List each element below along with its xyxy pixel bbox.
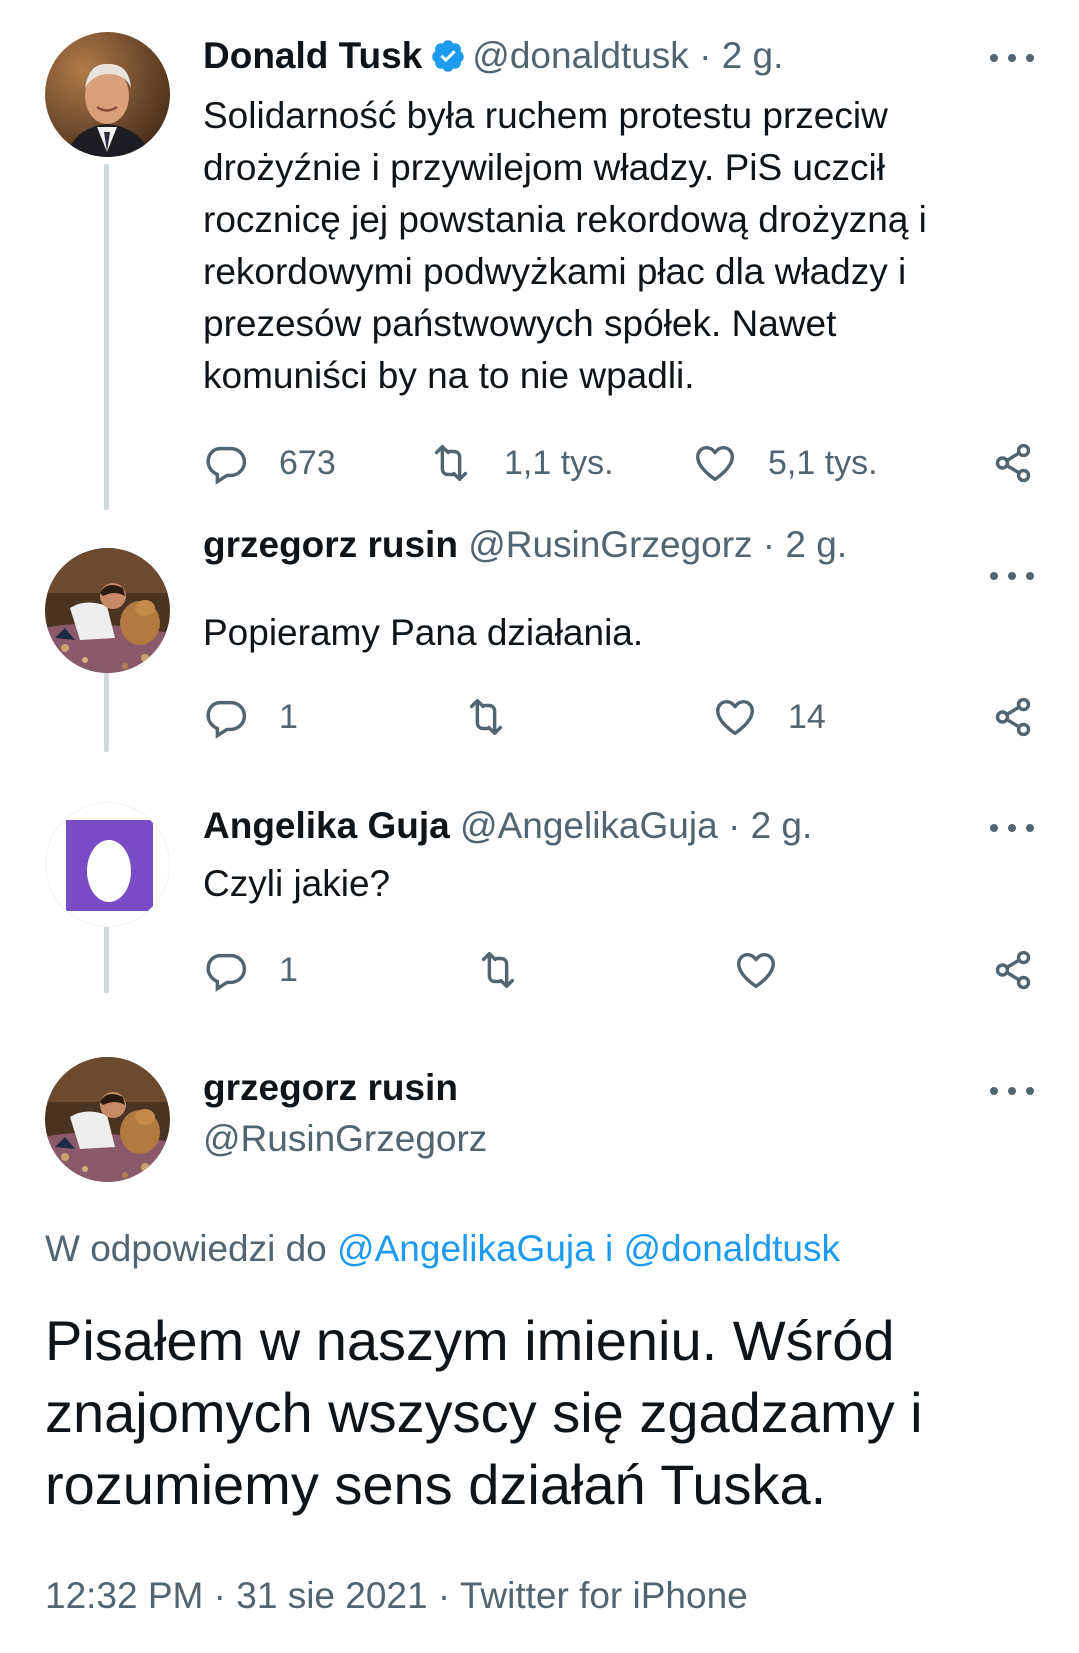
verified-badge-icon: [430, 38, 466, 84]
mention-donaldtusk[interactable]: @donaldtusk: [623, 1228, 840, 1269]
tweet-time[interactable]: 2 g.: [722, 35, 784, 76]
more-icon[interactable]: [990, 50, 1034, 66]
thread-line: [104, 164, 109, 510]
separator: ·: [762, 524, 776, 565]
reply-count: 1: [279, 950, 298, 989]
retweet-count: 1,1 tys.: [504, 443, 614, 482]
like-icon: [712, 694, 758, 740]
more-icon[interactable]: [990, 568, 1034, 584]
tweet-time[interactable]: 2 g.: [785, 524, 847, 565]
author-name[interactable]: Angelika Guja: [203, 805, 450, 846]
reply-count: 1: [279, 697, 298, 736]
tweet-text: Czyli jakie?: [203, 863, 391, 904]
author-name[interactable]: grzegorz rusin: [203, 1067, 458, 1108]
avatar-donald-tusk[interactable]: [45, 32, 170, 157]
author-name[interactable]: grzegorz rusin: [203, 524, 458, 565]
author-handle[interactable]: @RusinGrzegorz: [203, 1118, 487, 1159]
separator: ·: [727, 805, 741, 846]
reply-icon: [203, 694, 249, 740]
reply-icon: [203, 947, 249, 993]
more-icon[interactable]: [990, 820, 1034, 836]
tweet-source: Twitter for iPhone: [459, 1575, 748, 1616]
like-icon: [733, 947, 779, 993]
reply-and: i: [594, 1228, 624, 1269]
share-button[interactable]: [990, 947, 1036, 993]
author-handle[interactable]: @donaldtusk: [472, 35, 689, 76]
mention-angelikaguja[interactable]: @AngelikaGuja: [337, 1228, 595, 1269]
share-button[interactable]: [990, 440, 1036, 486]
author-handle[interactable]: @RusinGrzegorz: [468, 524, 752, 565]
like-button[interactable]: 5,1 tys.: [692, 440, 878, 486]
main-author-name-row: grzegorz rusin: [203, 1066, 458, 1110]
main-author-handle-row: @RusinGrzegorz: [203, 1117, 487, 1161]
reply-prefix: W odpowiedzi do: [45, 1228, 338, 1269]
author-handle[interactable]: @AngelikaGuja: [460, 805, 718, 846]
author-name[interactable]: Donald Tusk: [203, 35, 422, 76]
reply-count: 673: [279, 443, 336, 482]
retweet-button[interactable]: [475, 947, 521, 993]
reply-button[interactable]: 1: [203, 947, 298, 993]
main-tweet-text: Pisałem w naszym imieniu. Wśród znajomyc…: [45, 1309, 923, 1516]
reply-icon: [203, 440, 249, 486]
retweet-icon: [463, 694, 509, 740]
avatar-grzegorz-rusin[interactable]: [45, 1057, 170, 1182]
tweet-text: Popieramy Pana działania.: [203, 612, 644, 653]
retweet-icon: [475, 947, 521, 993]
like-button[interactable]: [733, 947, 779, 993]
share-button[interactable]: [990, 694, 1036, 740]
tweet-date[interactable]: 31 sie 2021: [236, 1575, 427, 1616]
avatar-grzegorz-rusin[interactable]: [45, 548, 170, 673]
retweet-icon: [428, 440, 474, 486]
separator: ·: [213, 1575, 226, 1616]
like-count: 5,1 tys.: [768, 443, 878, 482]
tweet-time[interactable]: 2 g.: [751, 805, 813, 846]
like-icon: [692, 440, 738, 486]
reply-button[interactable]: 673: [203, 440, 336, 486]
more-icon[interactable]: [990, 1083, 1034, 1099]
tweet-timestamp[interactable]: 12:32 PM: [45, 1575, 203, 1616]
tweet-text: Solidarność była ruchem protestu przeciw…: [203, 95, 927, 396]
like-button[interactable]: 14: [712, 694, 826, 740]
avatar-angelika-guja[interactable]: [45, 802, 170, 927]
separator: ·: [699, 35, 712, 76]
replying-to: W odpowiedzi do @AngelikaGuja i @donaldt…: [45, 1228, 840, 1270]
retweet-button[interactable]: [463, 694, 509, 740]
tweet-meta: 12:32 PM · 31 sie 2021 · Twitter for iPh…: [45, 1575, 748, 1617]
reply-button[interactable]: 1: [203, 694, 298, 740]
retweet-button[interactable]: 1,1 tys.: [428, 440, 614, 486]
like-count: 14: [788, 697, 826, 736]
tweet-header: Donald Tusk @donaldtusk · 2 g.: [203, 34, 783, 84]
share-icon: [990, 440, 1036, 486]
separator: ·: [437, 1575, 451, 1616]
tweet-header: grzegorz rusin @RusinGrzegorz · 2 g.: [203, 523, 847, 567]
tweet-header: Angelika Guja @AngelikaGuja · 2 g.: [203, 804, 812, 848]
share-icon: [990, 694, 1036, 740]
share-icon: [990, 947, 1036, 993]
